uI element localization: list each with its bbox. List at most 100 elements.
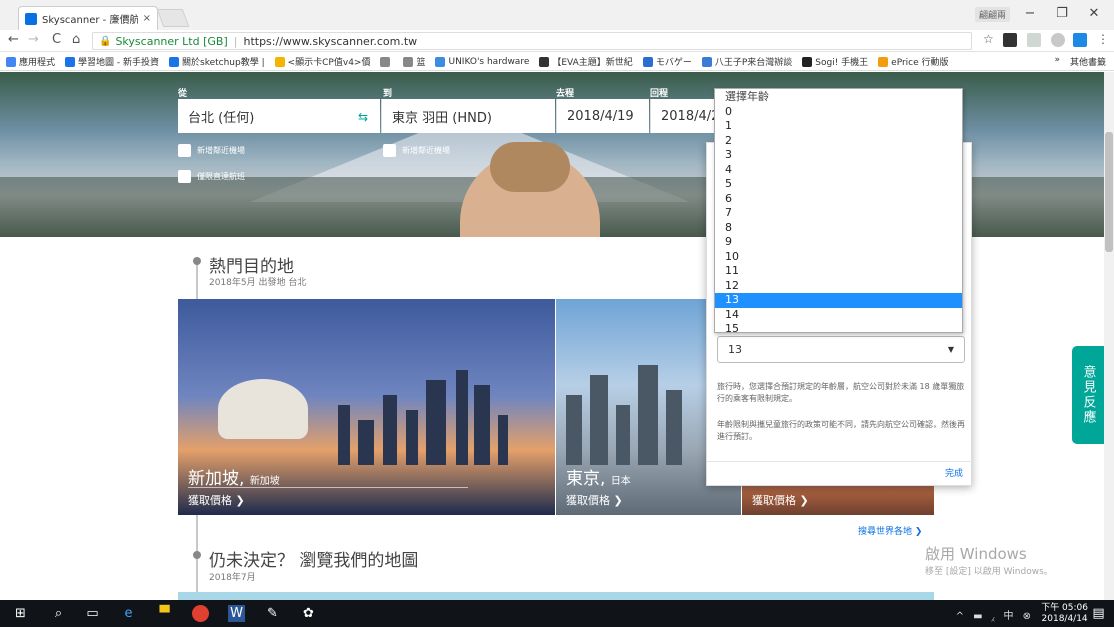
new-tab-button[interactable] [156,9,190,27]
bookmark-item[interactable]: UNIKO's hardware [435,56,529,67]
nearby-to-checkbox[interactable]: 新增鄰近機場 [383,144,450,157]
get-price-link[interactable]: 獲取價格 ❯ [752,492,809,508]
bookmark-item[interactable]: <顯示卡CP值v4>價 [274,55,371,68]
feedback-button[interactable]: 意見反應 [1072,346,1104,444]
age-option[interactable]: 12 [715,279,962,294]
extension-icon[interactable] [1027,33,1041,47]
bookmark-item[interactable] [380,56,393,67]
browser-tab[interactable]: Skyscanner - 廉價航空 × [18,6,158,30]
profile-badge[interactable]: 翩翩兩 [975,7,1011,22]
address-toolbar: ← → C ⌂ 🔒 Skyscanner Ltd [GB] | https://… [0,30,1114,52]
age-option[interactable]: 6 [715,192,962,207]
popup-divider [707,461,973,462]
bookmark-item[interactable]: モバゲー [642,55,692,68]
checkbox-box[interactable] [178,144,191,157]
destination-card-singapore[interactable]: 新加坡, 新加坡 獲取價格 ❯ [178,299,555,515]
extension-icon[interactable] [1073,33,1087,47]
done-button[interactable]: 完成 [945,466,963,479]
file-explorer-icon[interactable]: ▀ [156,605,173,622]
notification-icon[interactable]: ▤ [1090,605,1107,622]
activate-windows-watermark: 啟用 Windows 移至 [設定] 以啟用 Windows。 [925,543,1053,577]
return-label: 回程 [650,89,669,99]
maximize-icon[interactable]: ❐ [1048,6,1076,21]
chrome-menu-icon[interactable]: ⋮ [1097,32,1109,46]
close-window-icon[interactable]: ✕ [1080,6,1108,21]
minimize-icon[interactable]: − [1016,6,1044,21]
age-option[interactable]: 7 [715,206,962,221]
checkbox-label: 新增鄰近機場 [402,146,450,155]
bookmark-favicon-icon [169,56,179,67]
app-icon[interactable]: ✎ [264,605,281,622]
extension-icon[interactable] [1051,33,1065,47]
page-scrollbar[interactable] [1104,72,1114,600]
bookmark-item[interactable]: 應用程式 [6,55,55,68]
bookmark-favicon-icon [539,56,550,67]
get-price-link[interactable]: 獲取價格 ❯ [566,492,623,508]
other-bookmarks-folder[interactable]: 其他書籤 [1070,55,1106,68]
to-input[interactable]: 東京 羽田 (HND) [381,99,555,133]
bookmark-item[interactable]: 【EVA主題】新世紀 [539,55,633,68]
bookmark-item[interactable]: 關於sketchup教學 | [169,55,265,68]
back-icon[interactable]: ← [8,32,19,47]
age-option[interactable]: 9 [715,235,962,250]
direct-only-checkbox[interactable]: 僅限直達航班 [178,170,245,183]
more-bookmarks-icon[interactable]: » [1054,55,1060,68]
age-option[interactable]: 13 [715,293,962,308]
reload-icon[interactable]: C [52,32,61,47]
forward-icon[interactable]: → [28,32,39,47]
popular-destinations-subtitle: 2018年5月 出發地 台北 [209,278,307,288]
nearby-from-checkbox[interactable]: 新增鄰近機場 [178,144,245,157]
explore-world-link[interactable]: 搜尋世界各地 ❯ [858,524,922,537]
age-dropdown-list: 選擇年齡 0 1 2 3 4 5 6 7 8 9 10 11 12 13 14 15 [714,88,963,335]
age-option[interactable]: 2 [715,134,962,149]
bookmark-label: 八王子P来台灣辦談 [714,58,793,68]
depart-date-input[interactable]: 2018/4/19 [556,99,649,133]
age-option[interactable]: 5 [715,177,962,192]
from-input[interactable]: 台北 (任何) [178,99,380,133]
paint-icon[interactable]: ✿ [300,605,317,622]
checkbox-label: 僅限直達航班 [197,172,245,181]
bookmark-item[interactable]: ePrice 行動版 [878,55,949,68]
chrome-icon[interactable] [192,605,209,622]
age-option[interactable]: 14 [715,308,962,323]
skyscanner-favicon-icon [25,12,37,25]
map-preview[interactable] [178,592,934,600]
bookmark-item[interactable]: 八王子P来台灣辦談 [701,55,793,68]
age-option[interactable]: 15 [715,322,962,337]
age-policy-note: 旅行時，您選擇合預訂規定的年齡層，航空公司對於未滿 18 歲單獨旅行的乘客有限制… [717,382,965,403]
bookmark-item[interactable]: 學習地圖 - 新手投資 [65,55,159,68]
edge-icon[interactable]: e [120,605,137,622]
checkbox-box[interactable] [383,144,396,157]
tab-close-icon[interactable]: × [143,13,151,24]
system-clock[interactable]: 下午 05:06 2018/4/14 [1041,603,1088,625]
bookmark-star-icon[interactable]: ☆ [983,32,994,46]
system-tray-icons[interactable]: ^ ▬ ⁁ 中 ⊗ [956,607,1034,622]
scrollbar-thumb[interactable] [1105,132,1113,252]
return-date-input[interactable]: 2018/4/20 [650,99,728,133]
bookmark-label: 關於sketchup教學 | [182,58,265,68]
age-option[interactable]: 1 [715,119,962,134]
address-bar[interactable]: 🔒 Skyscanner Ltd [GB] | https://www.skys… [92,32,972,50]
home-icon[interactable]: ⌂ [72,32,80,47]
age-option[interactable]: 8 [715,221,962,236]
task-view-icon[interactable]: ▭ [84,605,101,622]
age-option[interactable]: 4 [715,163,962,178]
extension-icon[interactable] [1003,33,1017,47]
age-option[interactable]: 10 [715,250,962,265]
bookmark-item[interactable]: 篮 [403,55,425,68]
word-icon[interactable]: W [228,605,245,622]
age-option[interactable]: 0 [715,105,962,120]
age-option[interactable]: 11 [715,264,962,279]
age-option[interactable]: 3 [715,148,962,163]
map-section-subtitle: 2018年7月 [209,573,256,583]
get-price-link[interactable]: 獲取價格 ❯ [188,492,245,508]
bookmark-label: <顯示卡CP值v4>價 [287,58,371,68]
bookmark-item[interactable]: Sogi! 手機王 [802,55,868,68]
popular-destinations-title: 熱門目的地 [209,257,294,277]
search-icon[interactable]: ⌕ [50,605,67,622]
chevron-down-icon: ▼ [947,345,954,354]
checkbox-box[interactable] [178,170,191,183]
swap-icon[interactable]: ⇆ [358,110,368,124]
child-age-select[interactable]: 13 ▼ [717,336,965,363]
windows-start-icon[interactable]: ⊞ [12,605,29,622]
